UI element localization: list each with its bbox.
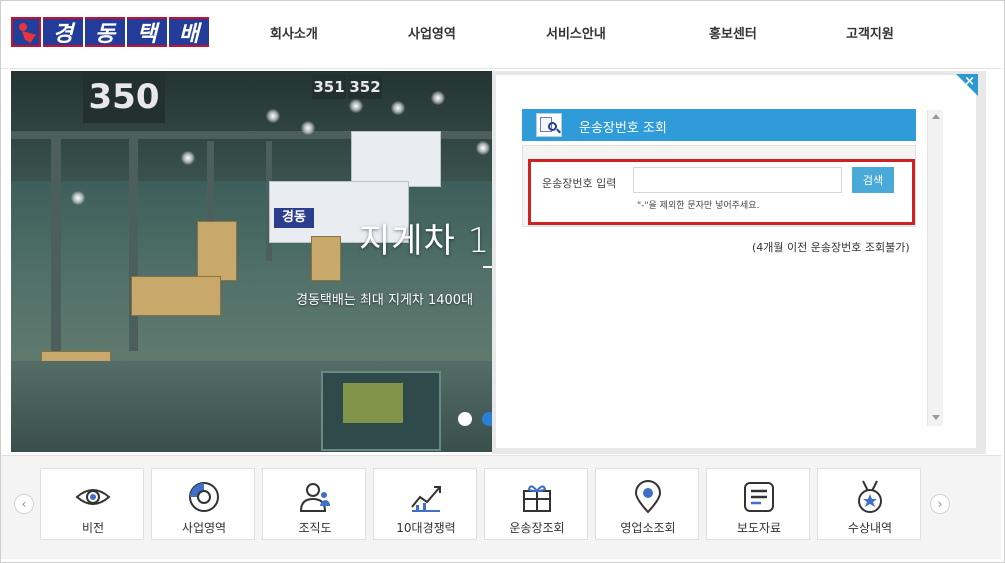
tracking-form-highlight: 운송장번호 입력 검색 "-"을 제외한 문자만 넣어주세요. xyxy=(528,159,915,225)
quick-item-label: 비전 xyxy=(81,521,105,535)
forklift xyxy=(321,371,441,451)
nav-item-business[interactable]: 사업영역 xyxy=(408,23,456,42)
slide-dot-1[interactable] xyxy=(458,412,472,426)
people-icon xyxy=(299,483,330,512)
quick-menu-prev-button[interactable]: ‹ xyxy=(14,494,34,514)
tracking-number-input[interactable] xyxy=(633,167,842,193)
trend-chart-icon xyxy=(411,486,441,512)
gift-box-icon xyxy=(523,485,551,512)
ceiling-light xyxy=(266,109,280,123)
ceiling-light xyxy=(476,141,490,155)
tracking-input-hint: "-"을 제외한 문자만 넣어주세요. xyxy=(637,201,760,211)
quick-item-competitiveness[interactable]: 10대경쟁력 xyxy=(373,468,477,540)
pie-chart-icon xyxy=(189,482,219,512)
search-button[interactable]: 검색 xyxy=(852,167,894,193)
truck-brand-label: 경동 xyxy=(274,208,314,228)
browser-frame: 경 동 택 배 회사소개 사업영역 서비스안내 홍보센터 고객지원 350 35… xyxy=(0,0,1005,563)
tracking-input-label: 운송장번호 입력 xyxy=(542,177,617,190)
nav-item-support[interactable]: 고객지원 xyxy=(846,23,894,42)
quick-item-label: 운송장조회 xyxy=(509,521,565,535)
hero-banner: 350 351 352 경동 지게차 14 경동택배는 최대 지게차 1400대 xyxy=(11,71,492,452)
hero-title-underline xyxy=(483,266,492,268)
popup-scrollbar[interactable] xyxy=(927,110,943,426)
nav-item-service[interactable]: 서비스안내 xyxy=(546,23,606,42)
quick-item-label: 보도자료 xyxy=(736,521,782,535)
ceiling-light xyxy=(71,191,85,205)
ceiling-light xyxy=(391,101,405,115)
tracking-panel-title: 운송장번호 조회 xyxy=(579,121,667,136)
tracking-limit-note: (4개월 이전 운송장번호 조회불가) xyxy=(752,241,910,254)
quick-item-label: 사업영역 xyxy=(181,521,227,535)
map-pin-icon xyxy=(634,480,662,514)
slide-dot-2[interactable] xyxy=(482,412,492,426)
quick-item-organization[interactable]: 조직도 xyxy=(262,468,366,540)
quick-menu-next-button[interactable]: › xyxy=(930,494,950,514)
main-nav: 회사소개 사업영역 서비스안내 홍보센터 고객지원 xyxy=(1,23,1001,43)
dock-sign: 350 xyxy=(83,71,165,123)
tracking-search-icon xyxy=(536,113,562,137)
delivery-truck xyxy=(351,131,441,187)
cargo-stack xyxy=(197,221,237,281)
quick-item-vision[interactable]: 비전 xyxy=(40,468,144,540)
scroll-down-arrow-icon[interactable] xyxy=(932,415,940,420)
nav-item-pr-center[interactable]: 홍보센터 xyxy=(709,23,757,42)
quick-item-label: 영업소조회 xyxy=(620,521,676,535)
ceiling-light xyxy=(181,151,195,165)
quick-item-awards[interactable]: 수상내역 xyxy=(817,468,921,540)
scroll-up-arrow-icon[interactable] xyxy=(932,114,940,119)
quick-item-branch[interactable]: 영업소조회 xyxy=(595,468,699,540)
pillar xyxy=(51,131,61,371)
quick-item-tracking[interactable]: 운송장조회 xyxy=(484,468,588,540)
quick-item-label: 수상내역 xyxy=(847,521,893,535)
quick-item-press[interactable]: 보도자료 xyxy=(706,468,810,540)
dock-sign: 351 xyxy=(312,75,346,99)
eye-icon xyxy=(75,489,111,505)
ceiling-light xyxy=(349,99,363,113)
quick-item-label: 10대경쟁력 xyxy=(396,521,456,535)
quick-menu: ‹ 비전 사업영역 조직도 10대경쟁력 운송장조회 영업소조회 보도자료 수상… xyxy=(1,455,1001,559)
tracking-popup-body: 운송장번호 조회 운송장번호 입력 검색 "-"을 제외한 문자만 넣어주세요.… xyxy=(496,75,976,448)
tracking-form: 운송장번호 입력 검색 "-"을 제외한 문자만 넣어주세요. xyxy=(522,145,916,227)
pillar xyxy=(129,131,138,351)
quick-item-business[interactable]: 사업영역 xyxy=(151,468,255,540)
quick-item-label: 조직도 xyxy=(298,521,332,535)
tracking-panel-header: 운송장번호 조회 xyxy=(522,109,916,141)
ceiling-light xyxy=(301,121,315,135)
nav-item-company[interactable]: 회사소개 xyxy=(270,23,318,42)
hero-subtitle: 경동택배는 최대 지게차 1400대 xyxy=(296,293,474,308)
dock-sign: 352 xyxy=(348,75,382,99)
site-header: 경 동 택 배 회사소개 사업영역 서비스안내 홍보센터 고객지원 xyxy=(1,1,1001,69)
cargo-stack xyxy=(311,236,341,281)
ceiling-light xyxy=(431,91,445,105)
hero-title: 지게차 14 xyxy=(359,221,492,261)
medal-icon xyxy=(858,480,882,513)
cargo-stack xyxy=(131,276,221,316)
tracking-popup: 운송장번호 조회 운송장번호 입력 검색 "-"을 제외한 문자만 넣어주세요.… xyxy=(492,71,986,454)
document-icon xyxy=(744,482,774,512)
